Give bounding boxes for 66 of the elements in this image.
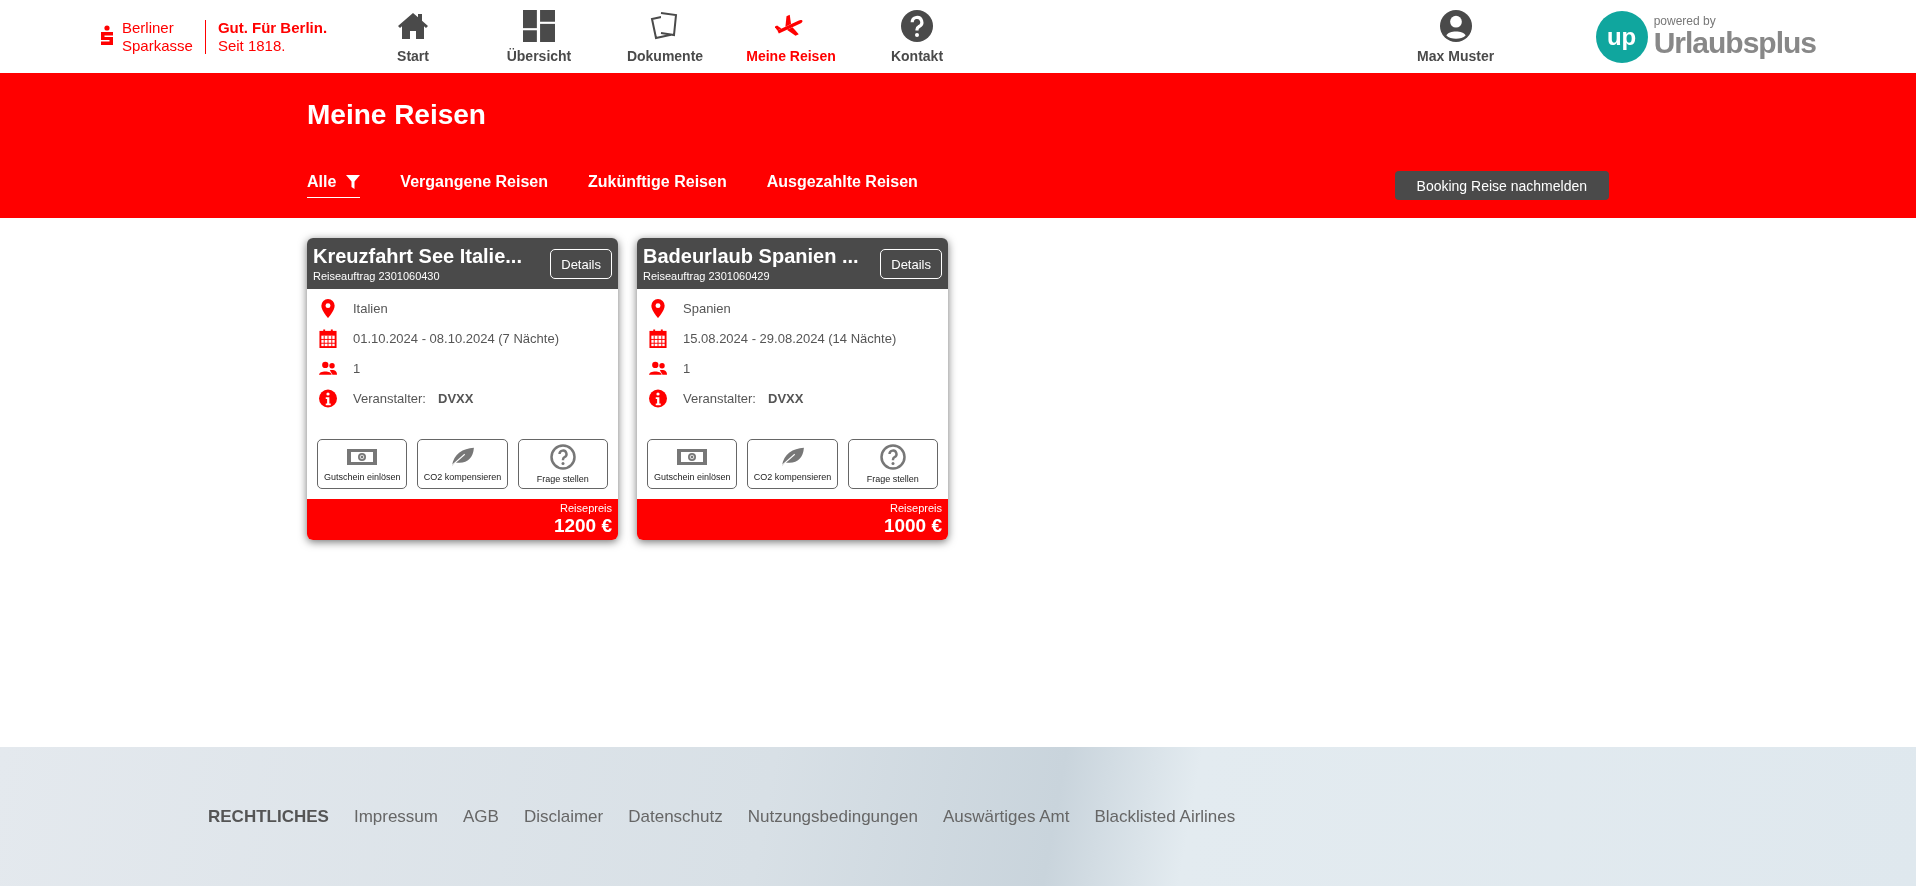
footer-heading: RECHTLICHES bbox=[208, 806, 329, 827]
footer-link[interactable]: Disclaimer bbox=[523, 806, 604, 827]
trip-price: 1000 € bbox=[882, 515, 942, 537]
price-label: Reisepreis bbox=[559, 501, 612, 515]
calendar-icon bbox=[319, 329, 337, 348]
powered-by-label: powered by bbox=[1653, 14, 1717, 27]
organizer-value: DVXX bbox=[438, 391, 474, 406]
user-menu[interactable]: Max Muster bbox=[1395, 9, 1516, 64]
order-number: Reiseauftrag 2301060429 bbox=[643, 269, 771, 283]
banknote-icon bbox=[347, 446, 378, 468]
page-title: Meine Reisen bbox=[307, 98, 487, 132]
organizer-label: Veranstalter: bbox=[353, 391, 426, 406]
filter-tab[interactable]: Ausgezahlte Reisen bbox=[766, 173, 918, 198]
card-action-button[interactable]: CO2 kompensieren bbox=[417, 439, 508, 489]
travel-dates-text: 15.08.2024 - 29.08.2024 (14 Nächte) bbox=[683, 331, 897, 346]
card-action-button[interactable]: Gutschein einlösen bbox=[317, 439, 408, 489]
nav-item[interactable]: Meine Reisen bbox=[728, 9, 854, 64]
nav-item[interactable]: Dokumente bbox=[602, 9, 728, 64]
details-button[interactable]: Details bbox=[550, 249, 612, 279]
calendar-icon bbox=[649, 329, 667, 348]
traveler-count: 1 bbox=[353, 361, 361, 376]
location-pin-icon bbox=[649, 299, 667, 318]
price-label: Reisepreis bbox=[889, 501, 942, 515]
footer-link[interactable]: Datenschutz bbox=[628, 806, 723, 827]
grid-icon bbox=[523, 9, 555, 42]
card-action-button[interactable]: Gutschein einlösen bbox=[647, 439, 738, 489]
avatar-icon bbox=[1439, 9, 1472, 42]
footer-link[interactable]: AGB bbox=[463, 806, 499, 827]
info-icon bbox=[649, 389, 667, 408]
people-icon bbox=[649, 359, 667, 378]
card-action-button[interactable]: CO2 kompensieren bbox=[747, 439, 838, 489]
destination-text: Spanien bbox=[683, 301, 731, 316]
organizer-value: DVXX bbox=[768, 391, 804, 406]
brand-name: Berliner Sparkasse bbox=[122, 18, 193, 55]
trip-title: Badeurlaub Spanien ... bbox=[643, 244, 860, 269]
sparkasse-logo-icon bbox=[100, 24, 114, 47]
nav-item[interactable]: Kontakt bbox=[854, 9, 980, 64]
details-button[interactable]: Details bbox=[880, 249, 942, 279]
question-icon bbox=[549, 444, 576, 470]
filter-tab[interactable]: Vergangene Reisen bbox=[400, 173, 548, 198]
footer-link[interactable]: Auswärtiges Amt bbox=[942, 806, 1070, 827]
destination-text: Italien bbox=[353, 301, 388, 316]
trip-price: 1200 € bbox=[552, 515, 612, 537]
card-action-button[interactable]: Frage stellen bbox=[847, 439, 938, 489]
organizer-label: Veranstalter: bbox=[683, 391, 756, 406]
footer-link[interactable]: Nutzungsbedingungen bbox=[747, 806, 918, 827]
trip-title: Kreuzfahrt See Italie... bbox=[313, 244, 523, 269]
card-action-button[interactable]: Frage stellen bbox=[517, 439, 608, 489]
people-icon bbox=[319, 359, 337, 378]
report-booking-button[interactable]: Booking Reise nachmelden bbox=[1394, 171, 1609, 200]
help-icon bbox=[901, 9, 933, 42]
footer-link[interactable]: Impressum bbox=[353, 806, 438, 827]
filter-tab[interactable]: Alle bbox=[307, 173, 361, 198]
up-logo-badge: up bbox=[1595, 10, 1648, 63]
location-pin-icon bbox=[319, 299, 337, 318]
travel-dates-text: 01.10.2024 - 08.10.2024 (7 Nächte) bbox=[353, 331, 559, 346]
traveler-count: 1 bbox=[683, 361, 691, 376]
brand-slogan: Gut. Für Berlin. Seit 1818. bbox=[217, 18, 328, 55]
footer-link[interactable]: Blacklisted Airlines bbox=[1094, 806, 1236, 827]
order-number: Reiseauftrag 2301060430 bbox=[313, 269, 441, 283]
nav-item[interactable]: Start bbox=[350, 9, 476, 64]
nav-item[interactable]: Übersicht bbox=[476, 9, 602, 64]
info-icon bbox=[319, 389, 337, 408]
filter-tab[interactable]: Zukünftige Reisen bbox=[587, 173, 727, 198]
banknote-icon bbox=[677, 446, 708, 468]
question-icon bbox=[879, 444, 906, 470]
